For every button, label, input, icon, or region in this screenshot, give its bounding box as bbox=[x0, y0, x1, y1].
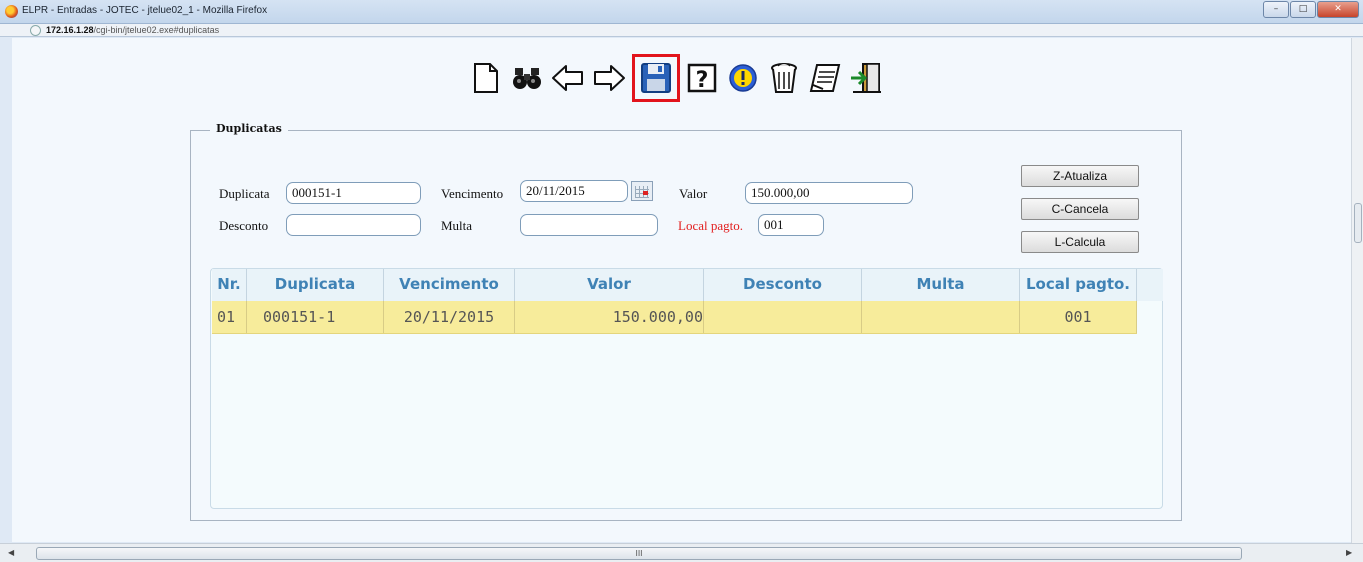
scroll-left-icon[interactable]: ◀ bbox=[8, 548, 14, 557]
close-button[interactable]: ✕ bbox=[1317, 1, 1359, 18]
toolbar: ? bbox=[466, 52, 887, 104]
horizontal-scrollbar[interactable]: ◀ III ▶ bbox=[0, 543, 1363, 562]
fieldset-legend: Duplicatas bbox=[210, 122, 288, 135]
vencimento-field[interactable] bbox=[520, 180, 628, 202]
window-controls: – □ ✕ bbox=[1262, 1, 1359, 18]
multa-field[interactable] bbox=[520, 214, 658, 236]
cell-vencimento: 20/11/2015 bbox=[384, 301, 515, 333]
address-url[interactable]: 172.16.1.28/cgi-bin/jtelue02.exe#duplica… bbox=[46, 24, 219, 37]
column-header-desconto[interactable]: Desconto bbox=[704, 269, 862, 301]
vertical-scroll-thumb[interactable] bbox=[1354, 203, 1362, 243]
globe-icon bbox=[30, 25, 41, 36]
info-alert-icon[interactable] bbox=[723, 58, 763, 98]
column-header-duplicata[interactable]: Duplicata bbox=[247, 269, 384, 301]
exit-door-icon[interactable] bbox=[846, 58, 886, 98]
address-bar[interactable]: 172.16.1.28/cgi-bin/jtelue02.exe#duplica… bbox=[0, 24, 1363, 37]
column-header-local-pagto[interactable]: Local pagto. bbox=[1020, 269, 1137, 301]
atualiza-button[interactable]: Z-Atualiza bbox=[1021, 165, 1139, 187]
svg-text:?: ? bbox=[696, 68, 709, 93]
column-header-valor[interactable]: Valor bbox=[515, 269, 704, 301]
window-titlebar: ELPR - Entradas - JOTEC - jtelue02_1 - M… bbox=[0, 0, 1363, 24]
multa-label: Multa bbox=[441, 218, 473, 233]
local-pagto-label: Local pagto. bbox=[678, 218, 743, 233]
table-row[interactable]: 01 000151-1 20/11/2015 150.000,00 001 bbox=[212, 301, 1137, 334]
window-title: ELPR - Entradas - JOTEC - jtelue02_1 - M… bbox=[22, 5, 268, 16]
arrow-right-icon[interactable] bbox=[589, 58, 629, 98]
trash-bin-icon[interactable] bbox=[764, 58, 804, 98]
duplicata-field[interactable] bbox=[286, 182, 421, 204]
cancela-button[interactable]: C-Cancela bbox=[1021, 198, 1139, 220]
desconto-label: Desconto bbox=[219, 218, 269, 233]
new-document-icon[interactable] bbox=[466, 58, 506, 98]
cell-multa bbox=[862, 301, 1020, 333]
arrow-left-icon[interactable] bbox=[548, 58, 588, 98]
duplicata-label: Duplicata bbox=[219, 186, 270, 201]
save-button[interactable] bbox=[632, 54, 680, 102]
vertical-scrollbar[interactable] bbox=[1351, 38, 1363, 543]
help-icon[interactable]: ? bbox=[682, 58, 722, 98]
cell-valor: 150.000,00 bbox=[515, 301, 704, 333]
floppy-save-icon bbox=[641, 63, 671, 93]
valor-field[interactable] bbox=[745, 182, 913, 204]
local-pagto-field[interactable] bbox=[758, 214, 824, 236]
column-header-multa[interactable]: Multa bbox=[862, 269, 1020, 301]
column-header-nr[interactable]: Nr. bbox=[212, 269, 247, 301]
cell-local-pagto: 001 bbox=[1020, 301, 1137, 333]
scroll-right-icon[interactable]: ▶ bbox=[1346, 548, 1352, 557]
desconto-field[interactable] bbox=[286, 214, 421, 236]
grid-header: Nr. Duplicata Vencimento Valor Desconto … bbox=[212, 269, 1163, 301]
column-header-vencimento[interactable]: Vencimento bbox=[384, 269, 515, 301]
valor-label: Valor bbox=[679, 186, 708, 201]
horizontal-scroll-thumb[interactable]: III bbox=[36, 547, 1242, 560]
calendar-icon[interactable] bbox=[631, 181, 653, 201]
column-header-spacer bbox=[1137, 269, 1163, 301]
cell-desconto bbox=[704, 301, 862, 333]
firefox-icon bbox=[5, 5, 18, 18]
cell-duplicata: 000151-1 bbox=[247, 301, 384, 333]
minimize-button[interactable]: – bbox=[1263, 1, 1289, 18]
maximize-button[interactable]: □ bbox=[1290, 1, 1316, 18]
vencimento-label: Vencimento bbox=[441, 186, 504, 201]
cell-nr: 01 bbox=[212, 301, 247, 333]
binoculars-search-icon[interactable] bbox=[507, 58, 547, 98]
notepad-icon[interactable] bbox=[805, 58, 845, 98]
calcula-button[interactable]: L-Calcula bbox=[1021, 231, 1139, 253]
